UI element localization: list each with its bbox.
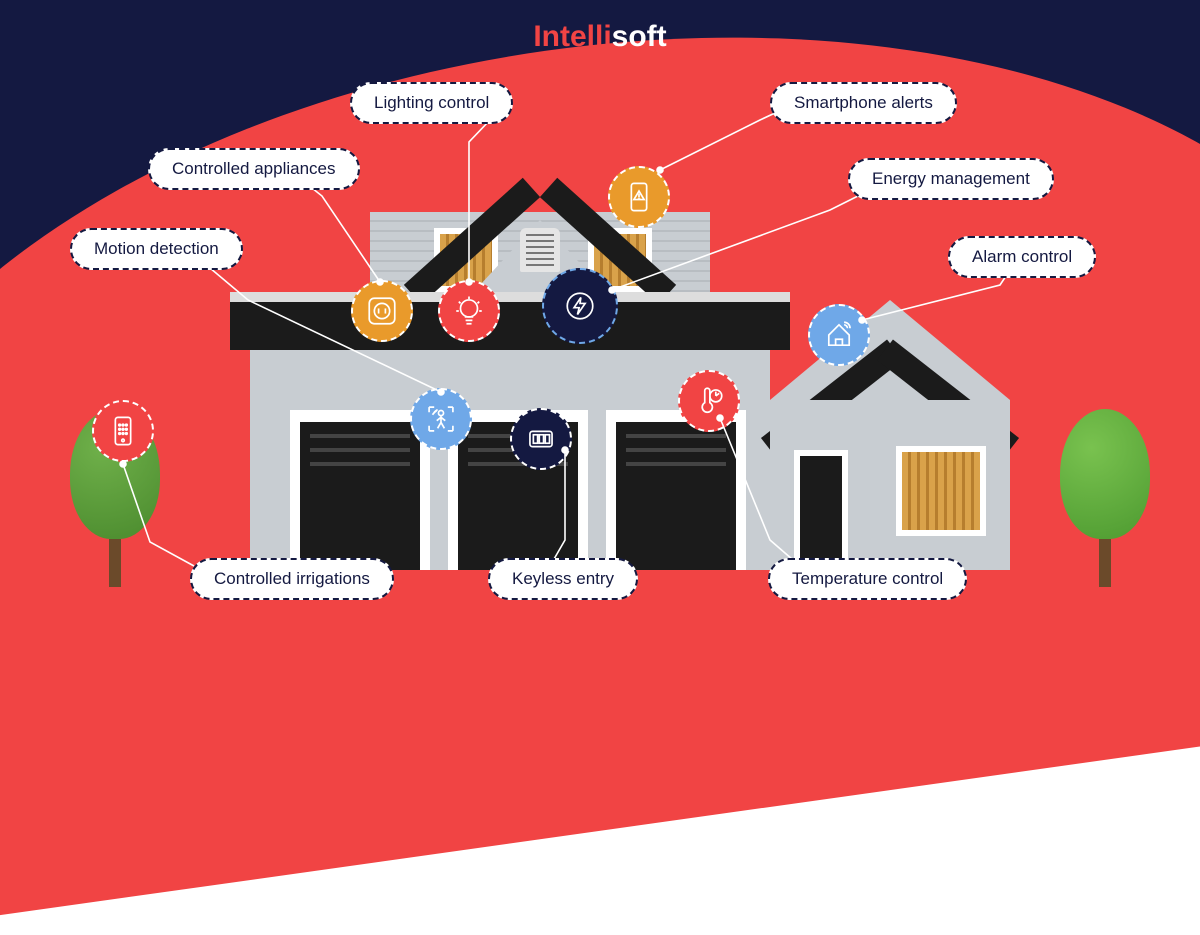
label-keyless: Keyless entry [488, 558, 638, 600]
house-alarm-icon [808, 304, 870, 366]
label-temperature: Temperature control [768, 558, 967, 600]
label-irrigations: Controlled irrigations [190, 558, 394, 600]
phone-remote-icon [92, 400, 154, 462]
brand-part2: soft [612, 20, 667, 53]
phone-alert-icon [608, 166, 670, 228]
tree-right [1060, 409, 1150, 587]
label-motion: Motion detection [70, 228, 243, 270]
bulb-icon [438, 280, 500, 342]
keypad-icon [510, 408, 572, 470]
bolt-circle-icon [542, 268, 618, 344]
label-lighting: Lighting control [350, 82, 513, 124]
infographic-stage: Intellisoft [0, 0, 1200, 627]
thermometer-icon [678, 370, 740, 432]
label-smartphone: Smartphone alerts [770, 82, 957, 124]
brand-part1: Intelli [533, 20, 611, 53]
label-energy: Energy management [848, 158, 1054, 200]
label-alarm: Alarm control [948, 236, 1096, 278]
label-appliances: Controlled appliances [148, 148, 360, 190]
motion-person-icon [410, 388, 472, 450]
outlet-icon [351, 280, 413, 342]
brand-logo: Intellisoft [533, 20, 666, 54]
